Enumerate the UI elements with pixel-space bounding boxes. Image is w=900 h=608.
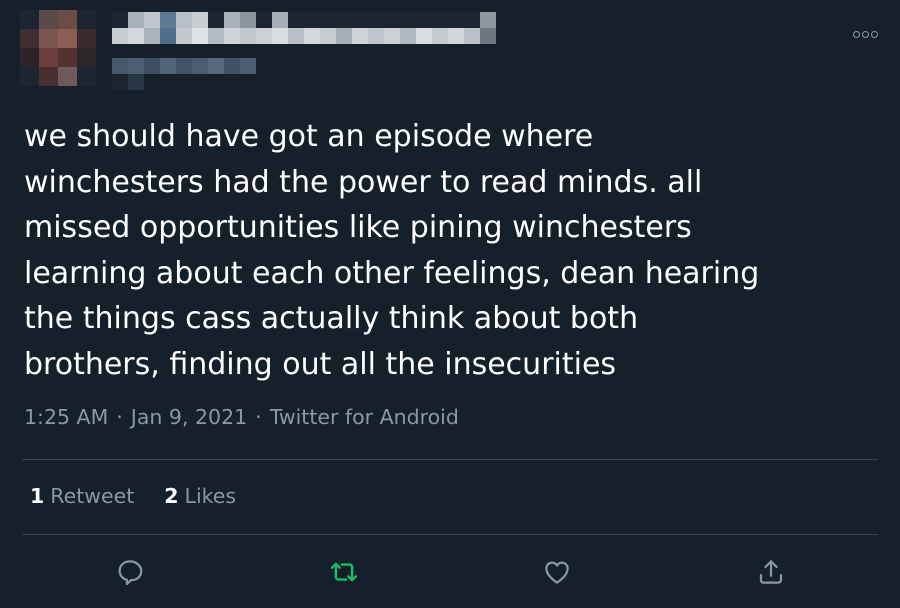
heart-icon [545, 561, 569, 584]
author-name-pixelated[interactable] [112, 10, 512, 90]
tweet-date[interactable]: Jan 9, 2021 [131, 405, 247, 429]
avatar[interactable] [20, 10, 96, 86]
action-bar [0, 552, 900, 592]
retweet-button[interactable] [324, 552, 364, 592]
like-button[interactable] [537, 552, 577, 592]
retweets-stat[interactable]: 1 Retweet [30, 484, 134, 508]
tweet-card: we should have got an episode where winc… [0, 0, 900, 608]
tweet-text: we should have got an episode where winc… [24, 119, 760, 382]
share-button[interactable] [751, 552, 791, 592]
reply-icon [118, 560, 143, 585]
reply-button[interactable] [110, 552, 150, 592]
likes-count: 2 [164, 484, 179, 508]
divider [22, 534, 878, 535]
likes-stat[interactable]: 2 Likes [164, 484, 236, 508]
retweets-count: 1 [30, 484, 45, 508]
likes-label: Likes [184, 484, 237, 508]
more-options-icon[interactable] [850, 22, 880, 46]
meta-separator: · [116, 405, 123, 429]
retweet-icon [330, 562, 358, 582]
retweets-label: Retweet [50, 484, 135, 508]
tweet-time[interactable]: 1:25 AM [24, 405, 108, 429]
tweet-stats: 1 Retweet 2 Likes [30, 484, 236, 508]
divider [22, 459, 878, 460]
meta-separator: · [255, 405, 262, 429]
tweet-source[interactable]: Twitter for Android [270, 405, 459, 429]
tweet-metadata: 1:25 AM · Jan 9, 2021 · Twitter for Andr… [24, 405, 459, 429]
share-icon [759, 560, 783, 584]
